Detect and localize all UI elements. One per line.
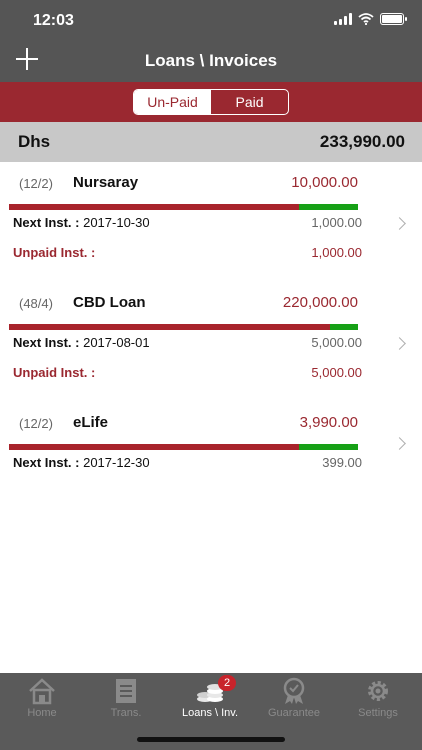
next-installment-date: 2017-10-30 [83,215,150,230]
loan-item[interactable]: (12/2) eLife 3,990.00 Next Inst. : 2017-… [0,402,422,482]
loan-progress-paid [330,324,358,330]
gear-icon [368,681,388,701]
loan-name: CBD Loan [73,294,146,311]
notification-badge: 2 [218,675,236,691]
tab-transactions[interactable]: Trans. [84,673,168,723]
unpaid-installment-amount: 5,000.00 [311,365,362,380]
home-icon [29,678,55,705]
loan-progress-bar [9,204,358,210]
total-amount: 233,990.00 [319,132,405,151]
total-currency: Dhs [18,132,51,151]
next-installment-label: Next Inst. : [13,215,80,230]
next-installment-amount: 5,000.00 [311,335,362,350]
next-installment-date: 2017-12-30 [83,455,150,470]
paid-filter-segment: Un-Paid Paid [133,89,289,115]
loan-amount: 10,000.00 [291,174,358,191]
unpaid-installment-label: Unpaid Inst. : [13,245,96,260]
loan-progress-paid [298,444,358,450]
chevron-right-icon [393,437,406,450]
unpaid-installment-amount: 1,000.00 [311,245,362,260]
unpaid-segment[interactable]: Un-Paid [134,90,211,114]
page-title: Loans \ Invoices [144,51,278,70]
tab-loans-invoices[interactable]: 2 Loans \ Inv. [168,673,252,723]
loan-progress-bar [9,444,358,450]
loan-name: Nursaray [73,174,139,191]
next-installment-date: 2017-08-01 [83,335,150,350]
tab-home[interactable]: Home [0,673,84,723]
next-installment-label: Next Inst. : [13,335,80,350]
tab-guarantee-label: Guarantee [268,707,320,719]
chevron-right-icon [393,337,406,350]
next-installment-label: Next Inst. : [13,455,80,470]
next-installment: Next Inst. : 2017-12-30 [13,455,150,470]
status-icons [334,13,407,25]
loan-installment-count: (12/2) [19,176,53,191]
tab-loans-invoices-label: Loans \ Inv. [181,707,239,719]
filter-bar: Un-Paid Paid [0,82,422,122]
signal-icon [334,13,352,25]
loan-progress-paid [298,204,358,210]
navigation-header: 12:03 Loans \ Invoices [0,0,422,82]
loan-installment-count: (12/2) [19,416,53,431]
next-installment-amount: 1,000.00 [311,215,362,230]
wifi-icon [358,13,374,25]
loan-progress-bar [9,324,358,330]
paid-segment[interactable]: Paid [211,90,288,114]
total-summary: Dhs 233,990.00 [0,122,422,162]
loan-item[interactable]: (12/2) Nursaray 10,000.00 Next Inst. : 2… [0,162,422,282]
loan-amount: 3,990.00 [299,414,358,431]
award-icon [283,677,305,704]
document-icon [116,679,136,703]
tab-settings-label: Settings [358,707,398,719]
next-installment-amount: 399.00 [322,455,362,470]
loan-item[interactable]: (48/4) CBD Loan 220,000.00 Next Inst. : … [0,282,422,402]
loan-installment-count: (48/4) [19,296,53,311]
unpaid-installment-label: Unpaid Inst. : [13,365,96,380]
tab-transactions-label: Trans. [110,707,142,719]
battery-icon [380,13,407,25]
next-installment: Next Inst. : 2017-10-30 [13,215,150,230]
next-installment: Next Inst. : 2017-08-01 [13,335,150,350]
chevron-right-icon [393,217,406,230]
loan-name: eLife [73,414,109,431]
status-time: 12:03 [33,12,74,29]
tab-settings[interactable]: Settings [336,673,420,723]
loan-amount: 220,000.00 [282,294,358,311]
tab-home-label: Home [27,707,57,719]
home-indicator [137,737,285,742]
tab-guarantee[interactable]: Guarantee [252,673,336,723]
